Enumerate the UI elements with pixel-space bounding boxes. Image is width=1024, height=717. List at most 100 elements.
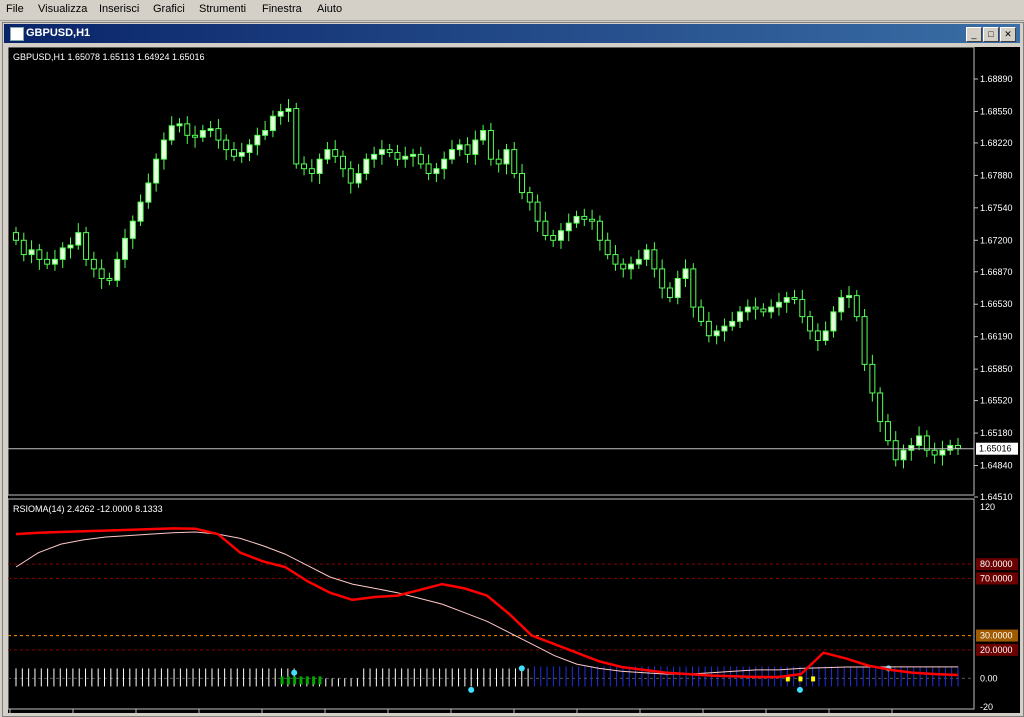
- chart-svg[interactable]: 1.68890 1.68550 1.68220 1.67880 1.67540 1.672…: [7, 46, 1020, 717]
- minimize-button[interactable]: _: [966, 27, 982, 42]
- candle-body: [215, 128, 222, 141]
- candle-body: [192, 134, 199, 138]
- price-tick-label: 1.68550: [980, 106, 1013, 116]
- candle-body: [480, 130, 487, 141]
- signal-dot-cyan: [518, 665, 525, 672]
- candle-body: [846, 295, 853, 299]
- candle-body: [262, 130, 269, 136]
- candle-body: [98, 268, 105, 279]
- candle-body: [604, 239, 611, 256]
- close-button[interactable]: ✕: [1000, 27, 1016, 42]
- histogram-green-bar: [280, 676, 284, 685]
- indicator-tick-label: 20.0000: [980, 645, 1013, 655]
- price-tick-label: 1.64510: [980, 492, 1013, 502]
- candle-body: [59, 247, 66, 260]
- menu-insert[interactable]: Inserisci: [99, 3, 139, 15]
- indicator-tick-label: 70.0000: [980, 573, 1013, 583]
- menu-file[interactable]: File: [6, 3, 24, 15]
- window-title: GBPUSD,H1: [26, 27, 91, 39]
- candle-body: [666, 287, 673, 299]
- indicator-tick-label: 80.0000: [980, 559, 1013, 569]
- candle-body: [332, 149, 339, 157]
- candle-body: [612, 254, 619, 265]
- candle-body: [791, 297, 798, 300]
- candle-body: [44, 258, 51, 265]
- menu-view[interactable]: Visualizza: [38, 3, 87, 15]
- window-titlebar[interactable]: GBPUSD,H1 _ □ ✕: [4, 24, 1020, 43]
- candle-body: [269, 115, 276, 132]
- candle-body: [783, 297, 790, 303]
- candle-body: [441, 158, 448, 170]
- menu-charts[interactable]: Grafici: [153, 3, 185, 15]
- candle-body: [955, 444, 961, 449]
- candle-body: [542, 220, 549, 237]
- candle-body: [737, 311, 744, 322]
- candle-body: [682, 268, 689, 279]
- candle-body: [557, 230, 564, 241]
- candle-body: [947, 444, 954, 451]
- candle-body: [721, 325, 728, 332]
- candle-body: [433, 168, 440, 174]
- candle-body: [713, 330, 720, 337]
- indicator-panel-border: [7, 498, 975, 710]
- candle-body: [526, 192, 533, 203]
- candle-body: [67, 244, 74, 249]
- candle-body: [464, 144, 471, 155]
- candle-body: [285, 108, 292, 112]
- menu-tools[interactable]: Strumenti: [199, 3, 246, 15]
- menu-help[interactable]: Aiuto: [317, 3, 342, 15]
- candle-body: [456, 144, 463, 151]
- signal-dot-cyan: [291, 669, 298, 676]
- price-tick-label: 1.65520: [980, 396, 1013, 406]
- candle-body: [410, 153, 417, 157]
- candle-body: [145, 182, 152, 203]
- candle-body: [121, 237, 128, 260]
- chart-window-icon: [10, 27, 24, 41]
- candle-body: [114, 258, 121, 281]
- candle-body: [347, 168, 354, 184]
- candle-body: [176, 123, 183, 127]
- candle-body: [36, 249, 43, 260]
- price-tick-label: 1.67540: [980, 203, 1013, 213]
- candle-body: [168, 125, 175, 141]
- candle-body: [13, 232, 19, 241]
- candle-body: [822, 330, 829, 341]
- candle-body: [230, 149, 237, 157]
- candle-body: [635, 258, 642, 265]
- histogram-green-bar: [293, 676, 297, 685]
- signal-dot-cyan: [796, 686, 803, 693]
- candle-body: [705, 320, 712, 337]
- candle-body: [690, 268, 697, 308]
- candle-body: [425, 163, 432, 174]
- candle-body: [386, 149, 393, 153]
- indicator-tick-label: 120: [980, 502, 995, 512]
- candle-body: [698, 306, 705, 322]
- price-tick-label: 1.66530: [980, 299, 1013, 309]
- candle-body: [106, 277, 113, 281]
- menu-window[interactable]: Finestra: [262, 3, 302, 15]
- candle-body: [807, 316, 814, 332]
- candle-body: [184, 123, 191, 136]
- candle-body: [674, 277, 681, 299]
- candle-body: [495, 158, 502, 165]
- candle-body: [316, 158, 323, 174]
- candle-body: [394, 151, 401, 160]
- histogram-green-bar: [318, 676, 322, 685]
- menu-bar: File Visualizza Inserisci Grafici Strume…: [0, 0, 1024, 21]
- candle-body: [137, 201, 144, 222]
- candle-body: [651, 249, 658, 270]
- candle-body: [939, 449, 946, 456]
- maximize-button[interactable]: □: [983, 27, 999, 42]
- chart-area[interactable]: 1.68890 1.68550 1.68220 1.67880 1.67540 1.672…: [7, 46, 1020, 717]
- candle-body: [869, 363, 876, 394]
- candle-body: [293, 108, 300, 165]
- indicator-tick-label: 30.0000: [980, 631, 1013, 641]
- signal-dot-cyan: [468, 686, 475, 693]
- candle-body: [573, 215, 580, 224]
- candle-body: [83, 232, 90, 260]
- candle-body: [448, 149, 455, 160]
- candle-body: [378, 149, 385, 155]
- main-chart-info: GBPUSD,H1 1.65078 1.65113 1.64924 1.6501…: [13, 52, 204, 62]
- candle-body: [814, 330, 821, 341]
- price-tick-label: 1.65180: [980, 428, 1013, 438]
